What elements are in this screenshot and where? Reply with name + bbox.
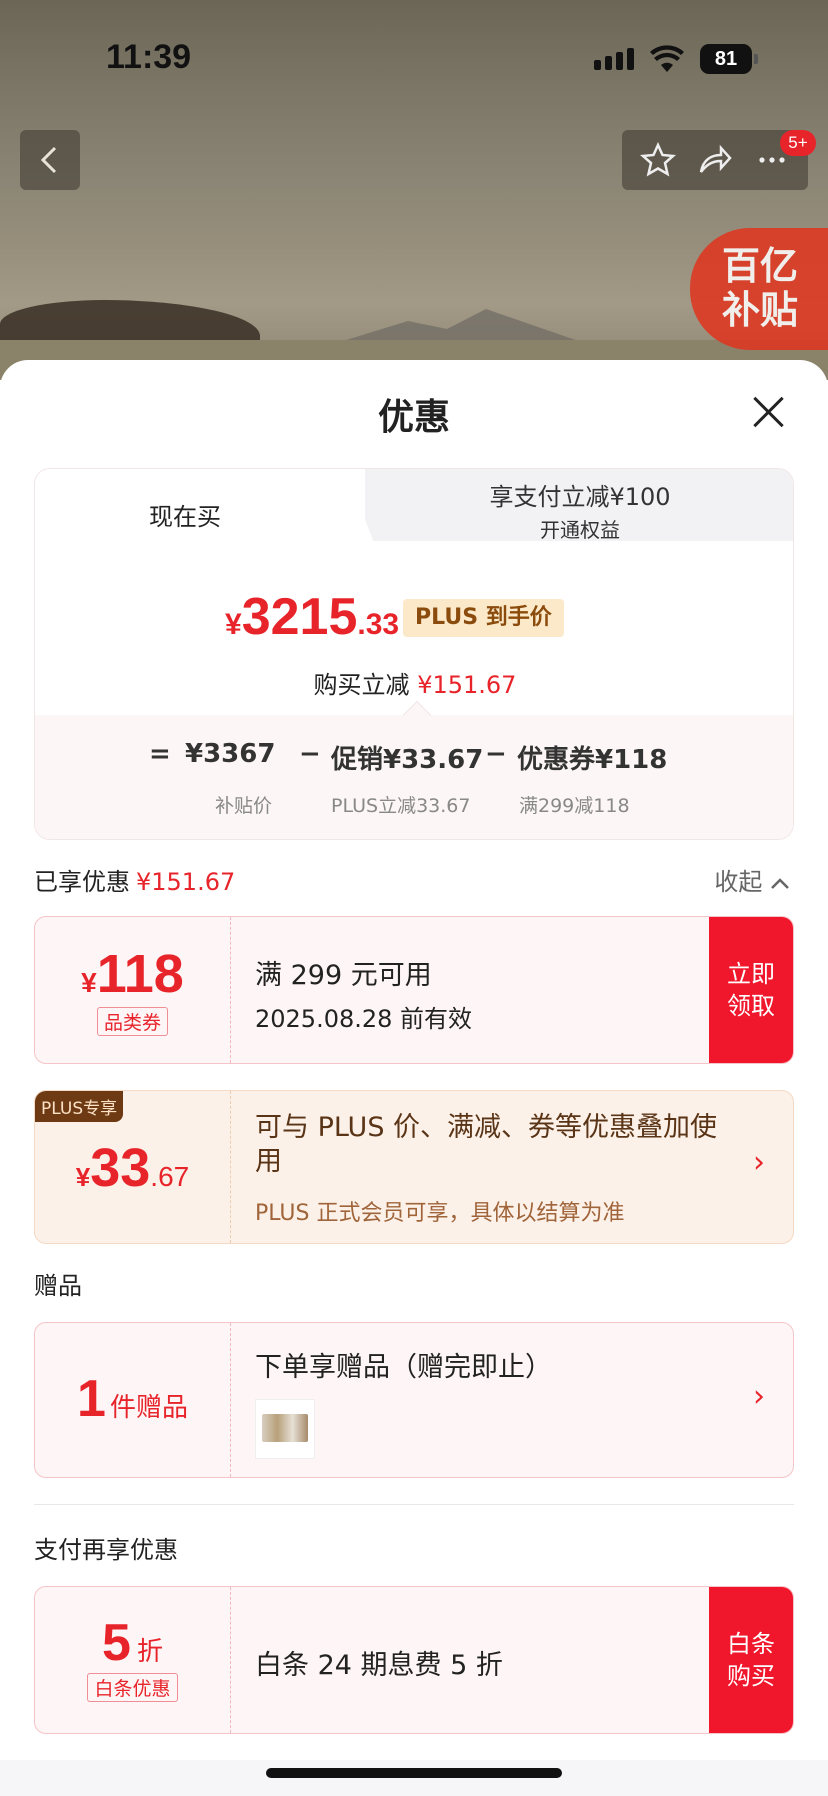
enjoyed-value: ¥151.67 xyxy=(136,868,236,896)
back-button[interactable] xyxy=(20,130,80,190)
baitiao-tag: 白条优惠 xyxy=(87,1673,178,1702)
section-divider xyxy=(34,1504,794,1505)
base-price: ¥3367 xyxy=(185,739,276,769)
chevron-left-icon xyxy=(40,146,57,174)
enjoyed-label: 已享优惠 xyxy=(34,868,130,896)
coupon-amount: ¥118 xyxy=(35,943,230,1005)
status-bar: 11:39 81 xyxy=(0,0,828,120)
gift-count: 1 件赠品 xyxy=(35,1369,230,1429)
tab-buy-now[interactable]: 现在买 xyxy=(35,469,375,545)
coupon-label: 满299减118 xyxy=(519,795,630,817)
promo-label: PLUS立减33.67 xyxy=(331,795,471,817)
coupon-type-tag: 品类券 xyxy=(96,1007,168,1036)
battery-icon: 81 xyxy=(700,44,758,74)
gift-count-number: 1 xyxy=(77,1370,106,1428)
baitiao-discount-unit: 折 xyxy=(136,1637,163,1667)
baitiao-buy-button[interactable]: 白条购买 xyxy=(709,1587,793,1733)
message-count-badge: 5+ xyxy=(780,130,816,156)
gift-card[interactable]: 1 件赠品 下单享赠品（赠完即止） › xyxy=(34,1322,794,1478)
plus-price-tag: PLUS 到手价 xyxy=(403,599,564,637)
collapse-label: 收起 xyxy=(714,868,763,896)
instant-reduction: 购买立减 ¥151.67 xyxy=(35,665,793,700)
subsidy-badge: 百亿 补贴 xyxy=(690,228,828,350)
coupon-amount-area: ¥118 品类券 xyxy=(35,917,231,1063)
baitiao-card: 5折 白条优惠 白条 24 期息费 5 折 白条购买 xyxy=(34,1586,794,1734)
plus-amount: ¥33.67 xyxy=(35,1137,230,1199)
plus-discount-card[interactable]: ¥33.67 PLUS专享 可与 PLUS 价、满减、券等优惠叠加使用 PLUS… xyxy=(34,1090,794,1244)
price-breakdown xyxy=(35,715,793,839)
coupon-value: 118 xyxy=(96,944,184,1004)
close-icon[interactable] xyxy=(752,396,784,428)
plus-note: PLUS 正式会员可享，具体以结算为准 xyxy=(255,1201,625,1226)
collapse-button[interactable]: 收起 xyxy=(714,862,790,897)
plus-integer: 33 xyxy=(90,1138,151,1198)
baitiao-offer-text: 白条 24 期息费 5 折 xyxy=(255,1650,503,1681)
bottom-band xyxy=(0,1760,828,1796)
price-currency: ¥ xyxy=(225,608,242,641)
subsidy-line-2: 补贴 xyxy=(722,288,799,332)
home-indicator[interactable] xyxy=(266,1768,562,1778)
final-price: ¥3215.33 xyxy=(225,587,399,647)
minus-sign-2: − xyxy=(485,739,507,769)
wifi-icon xyxy=(650,45,684,72)
chevron-up-icon xyxy=(771,878,789,889)
base-price-label: 补贴价 xyxy=(215,795,273,817)
background-mountains xyxy=(330,309,590,345)
tab-pay-subtitle: 开通权益 xyxy=(540,518,620,542)
cellular-signal-icon xyxy=(594,48,634,70)
eq-sign: = xyxy=(149,739,171,769)
coupon-currency: ¥ xyxy=(81,967,97,998)
enjoyed-discount-heading: 已享优惠 ¥151.67 xyxy=(34,862,235,897)
coupon-expiry: 2025.08.28 前有效 xyxy=(255,1005,473,1033)
price-box: 享支付立减¥100 开通权益 现在买 ¥3215.33 PLUS 到手价 购买立… xyxy=(34,468,794,840)
reduce-label: 购买立减 xyxy=(313,671,410,699)
reduce-value: ¥151.67 xyxy=(417,671,517,699)
baitiao-discount-number: 5 xyxy=(102,1614,131,1672)
subsidy-line-1: 百亿 xyxy=(722,244,799,288)
claim-coupon-button[interactable]: 立即领取 xyxy=(709,917,793,1063)
plus-exclusive-badge: PLUS专享 xyxy=(35,1091,124,1122)
tab-pay-benefit[interactable]: 享支付立减¥100 开通权益 xyxy=(365,469,793,542)
plus-description: 可与 PLUS 价、满减、券等优惠叠加使用 xyxy=(255,1112,718,1177)
gift-heading: 赠品 xyxy=(34,1272,82,1300)
baitiao-discount: 5折 xyxy=(35,1613,230,1673)
tab-pay-title: 享支付立减¥100 xyxy=(489,483,671,511)
star-icon[interactable] xyxy=(640,142,677,178)
gift-thumbnail[interactable] xyxy=(255,1399,315,1459)
gift-count-area: 1 件赠品 xyxy=(35,1323,231,1477)
discount-sheet: 优惠 享支付立减¥100 开通权益 现在买 ¥3215.33 PLUS 到手价 … xyxy=(0,360,828,1796)
gift-title: 下单享赠品（赠完即止） xyxy=(255,1352,552,1383)
status-time: 11:39 xyxy=(106,38,192,76)
coupon-condition: 满 299 元可用 xyxy=(255,960,432,991)
chevron-right-icon: › xyxy=(753,1145,765,1180)
gift-count-unit: 件赠品 xyxy=(109,1393,188,1423)
minus-sign-1: − xyxy=(299,739,321,769)
plus-currency: ¥ xyxy=(75,1162,91,1192)
payment-heading: 支付再享优惠 xyxy=(34,1536,178,1564)
chevron-right-icon: › xyxy=(753,1379,765,1414)
plus-decimal: .67 xyxy=(150,1161,190,1192)
price-decimal: .33 xyxy=(357,608,400,641)
coupon-discount: 优惠券¥118 xyxy=(517,745,668,775)
sheet-title: 优惠 xyxy=(377,397,450,438)
share-icon[interactable] xyxy=(697,142,733,178)
coupon-card: ¥118 品类券 满 299 元可用 2025.08.28 前有效 立即领取 xyxy=(34,916,794,1064)
claim-coupon-label: 立即领取 xyxy=(727,960,775,1020)
promo-discount: 促销¥33.67 xyxy=(331,745,484,775)
baitiao-buy-label: 白条购买 xyxy=(727,1630,775,1690)
price-integer: 3215 xyxy=(241,588,358,646)
baitiao-discount-area: 5折 白条优惠 xyxy=(35,1587,231,1733)
